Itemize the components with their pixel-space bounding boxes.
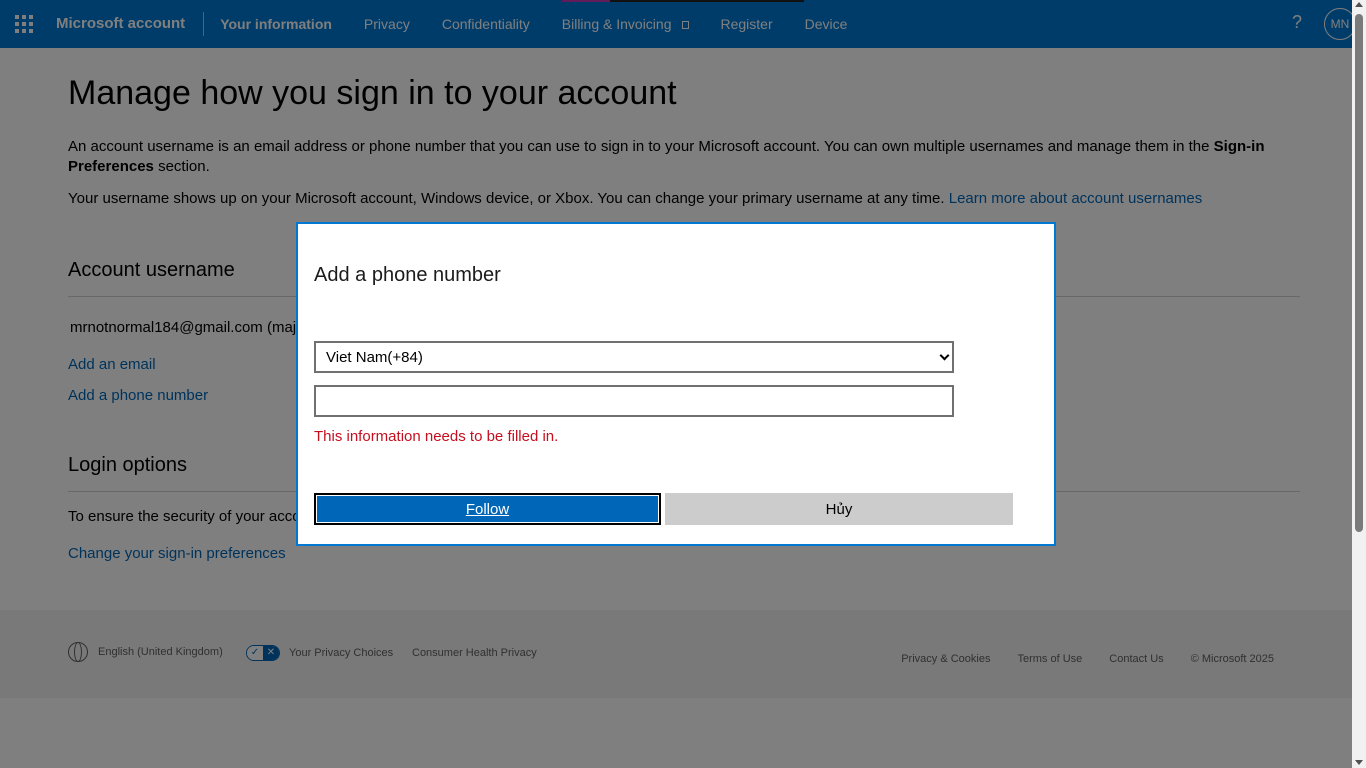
add-phone-dialog: Add a phone number Viet Nam(+84) This in… [296, 222, 1056, 546]
page-scrollbar[interactable] [1352, 0, 1366, 768]
phone-number-input[interactable] [314, 385, 954, 417]
error-message: This information needs to be filled in. [314, 428, 559, 445]
cancel-button[interactable]: Hủy [665, 493, 1013, 525]
scroll-up-icon[interactable] [1355, 2, 1363, 7]
dialog-title: Add a phone number [314, 264, 501, 286]
scrollbar-thumb[interactable] [1355, 14, 1363, 532]
country-code-value: Viet Nam(+84) [326, 348, 423, 366]
scroll-down-icon[interactable] [1355, 760, 1363, 765]
chevron-down-icon [939, 350, 950, 361]
follow-button[interactable]: Follow [314, 493, 661, 525]
country-code-select[interactable]: Viet Nam(+84) [314, 341, 954, 373]
